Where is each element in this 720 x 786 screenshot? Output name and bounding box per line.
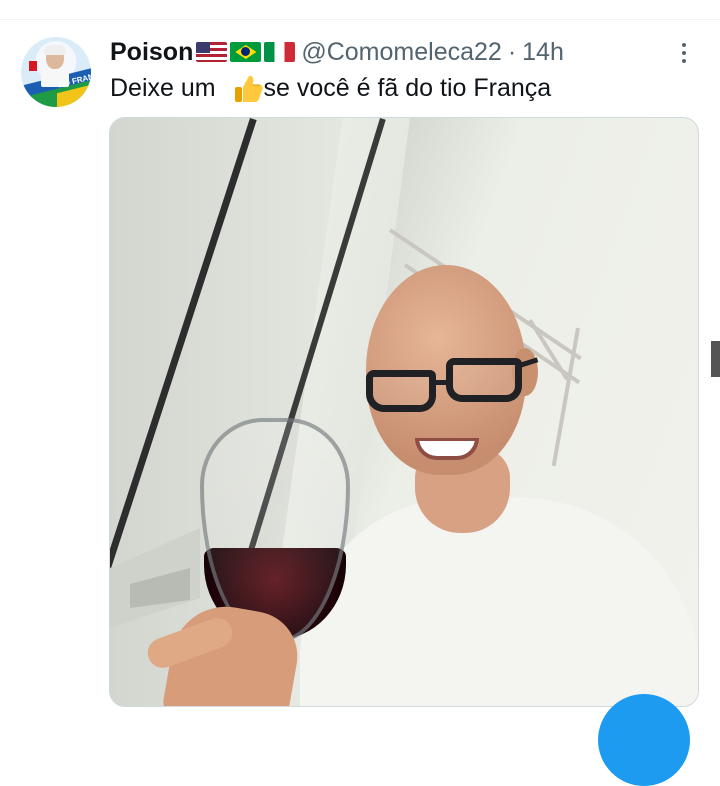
user-handle[interactable]: @Comomeleca22: [301, 37, 501, 67]
scrollbar-handle[interactable]: [711, 341, 720, 377]
us-flag-icon: [196, 42, 228, 62]
compose-fab[interactable]: [598, 694, 690, 786]
flag-emojis: [196, 42, 296, 62]
italy-flag-icon: [264, 42, 296, 62]
avatar-person-hair: [44, 45, 66, 55]
photo-glasses-left: [366, 370, 436, 412]
tweet-timestamp[interactable]: 14h: [522, 37, 564, 67]
more-dot: [682, 43, 686, 47]
tweet-header: Poison @Comomeleca22 · 14h: [110, 37, 564, 67]
more-options-icon[interactable]: [669, 40, 699, 66]
avatar-red-mark: [29, 61, 37, 71]
more-dot: [682, 51, 686, 55]
profile-avatar[interactable]: TIO FRANÇA 2222: [21, 37, 91, 107]
tweet-text: Deixe um se você é fã do tio França: [110, 72, 551, 104]
photo-white-shirt: [300, 498, 698, 706]
tweet-text-after: se você é fã do tio França: [256, 74, 552, 102]
display-name[interactable]: Poison: [110, 37, 193, 67]
photo-glasses-right: [446, 358, 522, 402]
brazil-flag-icon: [230, 42, 262, 62]
more-dot: [682, 59, 686, 63]
tweet-photo[interactable]: [109, 117, 699, 707]
photo-glasses-bridge: [432, 380, 450, 385]
tweet-text-before: Deixe um: [110, 74, 223, 102]
thumbs-up-icon: [235, 75, 263, 102]
meta-separator: ·: [507, 38, 517, 66]
top-divider: [0, 19, 720, 20]
